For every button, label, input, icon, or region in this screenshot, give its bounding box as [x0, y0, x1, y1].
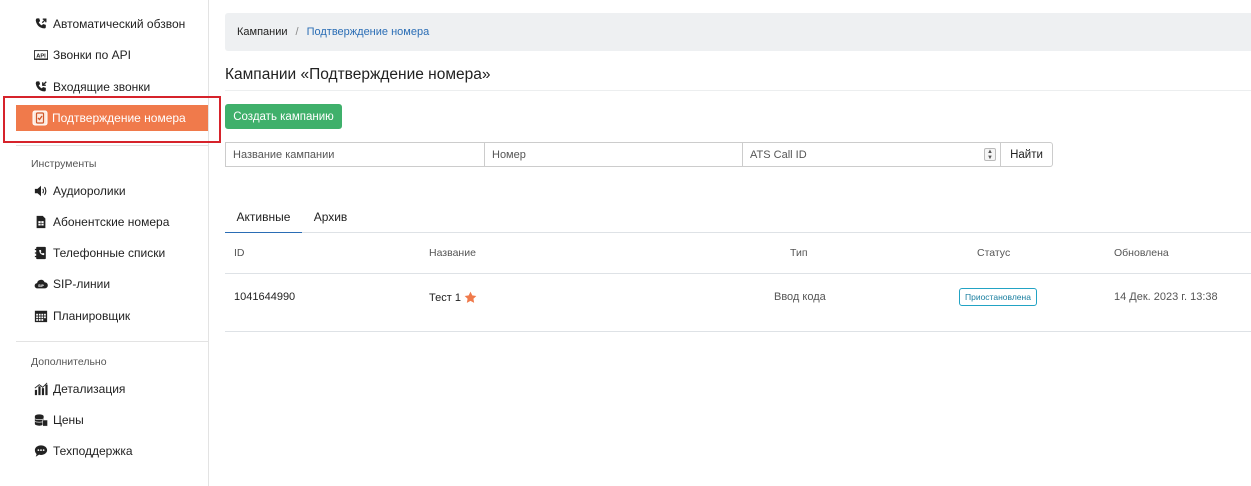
- campaign-name-input[interactable]: [225, 142, 484, 167]
- sidebar-item-sip-lines[interactable]: SIP SIP-линии: [34, 274, 110, 294]
- tab-archive[interactable]: Архив: [302, 201, 359, 233]
- sidebar: Автоматический обзвон API Звонки по API …: [0, 0, 221, 486]
- sidebar-item-audio[interactable]: Аудиоролики: [34, 181, 126, 201]
- sidebar-item-label: Подтверждение номера: [52, 111, 186, 125]
- verify-icon: [32, 110, 48, 126]
- sidebar-item-label: Телефонные списки: [53, 246, 166, 260]
- sidebar-item-number-verification[interactable]: Подтверждение номера: [16, 105, 208, 131]
- create-campaign-button[interactable]: Создать кампанию: [225, 104, 342, 129]
- phone-icon: [34, 80, 48, 94]
- column-header-id: ID: [234, 247, 245, 259]
- sidebar-item-label: Аудиоролики: [53, 184, 126, 198]
- sidebar-item-label: Детализация: [53, 382, 126, 396]
- sidebar-item-prices[interactable]: Цены: [34, 410, 84, 430]
- number-input[interactable]: [484, 142, 742, 167]
- sidebar-item-label: Входящие звонки: [53, 80, 151, 94]
- sidebar-item-label: SIP-линии: [53, 277, 111, 291]
- column-header-name: Название: [429, 247, 476, 259]
- sidebar-item-phone-lists[interactable]: Телефонные списки: [34, 243, 165, 263]
- star-icon[interactable]: [464, 291, 477, 304]
- divider: [16, 341, 208, 342]
- divider: [225, 331, 1251, 332]
- breadcrumb: Кампании / Подтверждение номера: [225, 13, 1251, 51]
- sidebar-item-api-calls[interactable]: API Звонки по API: [34, 45, 131, 65]
- speaker-icon: [34, 184, 48, 198]
- chat-icon: [34, 444, 48, 458]
- divider: [225, 90, 1251, 91]
- status-badge: Приостановлена: [959, 288, 1037, 306]
- cell-id: 1041644990: [234, 291, 296, 303]
- api-icon: API: [34, 48, 48, 62]
- tab-active[interactable]: Активные: [225, 201, 302, 233]
- svg-text:SIP: SIP: [38, 284, 44, 288]
- page-title: Кампании «Подтверждение номера»: [225, 66, 491, 83]
- phone-icon: [34, 17, 48, 31]
- sidebar-item-label: Цены: [53, 413, 84, 427]
- breadcrumb-home-link[interactable]: Кампании: [237, 26, 288, 38]
- column-header-type: Тип: [790, 247, 808, 259]
- filter-bar: ▲▼ Найти: [225, 142, 1053, 167]
- sidebar-item-label: Звонки по API: [53, 48, 131, 62]
- divider: [16, 145, 208, 146]
- campaign-name-link[interactable]: Тест 1: [429, 292, 461, 304]
- cloud-icon: SIP: [34, 277, 48, 291]
- column-header-updated: Обновлена: [1114, 247, 1169, 259]
- sidebar-item-label: Техподдержка: [53, 444, 133, 458]
- ats-call-id-input[interactable]: [742, 142, 1001, 167]
- bar-chart-icon: [34, 382, 48, 396]
- divider: [225, 273, 1251, 274]
- number-spinner-icon[interactable]: ▲ ▼: [984, 148, 996, 161]
- sidebar-item-label: Планировщик: [53, 309, 131, 323]
- cell-updated: 14 Дек. 2023 г. 13:38: [1114, 291, 1218, 303]
- ats-call-id-field: ▲▼: [742, 142, 1001, 167]
- find-button[interactable]: Найти: [1001, 142, 1053, 167]
- section-title-tools: Инструменты: [31, 158, 97, 170]
- sidebar-item-support[interactable]: Техподдержка: [34, 441, 133, 461]
- column-header-status: Статус: [977, 247, 1011, 259]
- sidebar-item-incoming-calls[interactable]: Входящие звонки: [34, 77, 150, 97]
- breadcrumb-separator: /: [295, 26, 299, 38]
- cell-name[interactable]: Тест 1: [429, 291, 477, 304]
- sim-card-icon: [34, 215, 48, 229]
- sidebar-item-subscriber-numbers[interactable]: Абонентские номера: [34, 212, 169, 232]
- cell-type: Ввод кода: [774, 291, 826, 303]
- sidebar-item-auto-dial[interactable]: Автоматический обзвон: [34, 14, 185, 34]
- sidebar-item-details[interactable]: Детализация: [34, 379, 125, 399]
- calendar-icon: [34, 309, 48, 323]
- coins-icon: [34, 413, 48, 427]
- breadcrumb-current[interactable]: Подтверждение номера: [307, 26, 430, 38]
- phone-book-icon: [34, 246, 48, 260]
- tab-bar: Активные Архив: [225, 201, 1251, 233]
- sidebar-item-scheduler[interactable]: Планировщик: [34, 306, 130, 326]
- sidebar-item-label: Автоматический обзвон: [53, 17, 186, 31]
- sidebar-item-label: Абонентские номера: [53, 215, 170, 229]
- section-title-extra: Дополнительно: [31, 356, 107, 368]
